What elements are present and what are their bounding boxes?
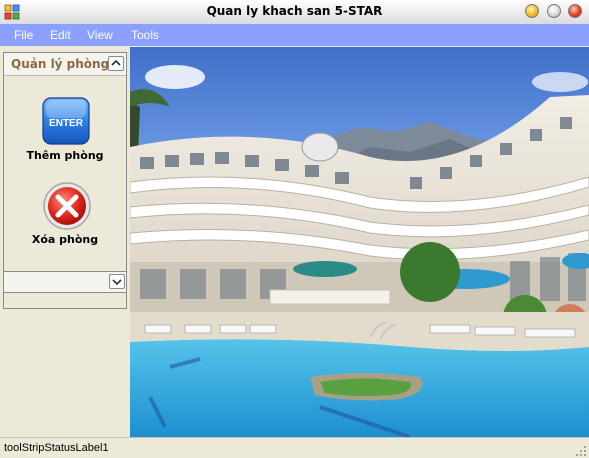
add-room-button[interactable]: ENTER Thêm phòng — [4, 76, 126, 162]
menu-file[interactable]: File — [14, 28, 33, 42]
delete-room-button[interactable]: Xóa phòng — [4, 176, 126, 266]
title-bar[interactable]: Quan ly khach san 5-STAR — [0, 0, 589, 25]
delete-x-icon — [43, 182, 91, 230]
room-management-header[interactable]: Quản lý phòng — [4, 53, 126, 76]
enter-key-icon: ENTER — [42, 97, 90, 145]
delete-room-label: Xóa phòng — [31, 233, 99, 246]
menu-view[interactable]: View — [87, 28, 113, 42]
second-group-header[interactable] — [3, 271, 127, 293]
main-window: Quan ly khach san 5-STAR File Edit View … — [0, 0, 589, 458]
hotel-photo — [130, 47, 589, 437]
menu-tools[interactable]: Tools — [131, 28, 159, 42]
room-management-title: Quản lý phòng — [11, 57, 110, 71]
expand-button[interactable] — [109, 274, 125, 289]
minimize-button[interactable] — [525, 4, 539, 18]
maximize-button[interactable] — [547, 4, 561, 18]
status-bar: toolStripStatusLabel1 — [0, 437, 589, 458]
close-button[interactable] — [568, 4, 582, 18]
chevron-up-icon — [111, 59, 121, 66]
left-panel: Quản lý phòng ENTER Thêm phòng Xóa phòng — [0, 47, 130, 437]
menu-bar: File Edit View Tools — [0, 24, 589, 46]
menu-edit[interactable]: Edit — [50, 28, 71, 42]
add-room-label: Thêm phòng — [26, 149, 104, 162]
status-label: toolStripStatusLabel1 — [4, 442, 109, 454]
svg-text:ENTER: ENTER — [49, 118, 84, 129]
resize-grip-icon[interactable] — [575, 445, 587, 457]
chevron-down-icon — [112, 279, 122, 286]
collapse-button[interactable] — [108, 56, 124, 71]
window-title: Quan ly khach san 5-STAR — [206, 4, 383, 18]
